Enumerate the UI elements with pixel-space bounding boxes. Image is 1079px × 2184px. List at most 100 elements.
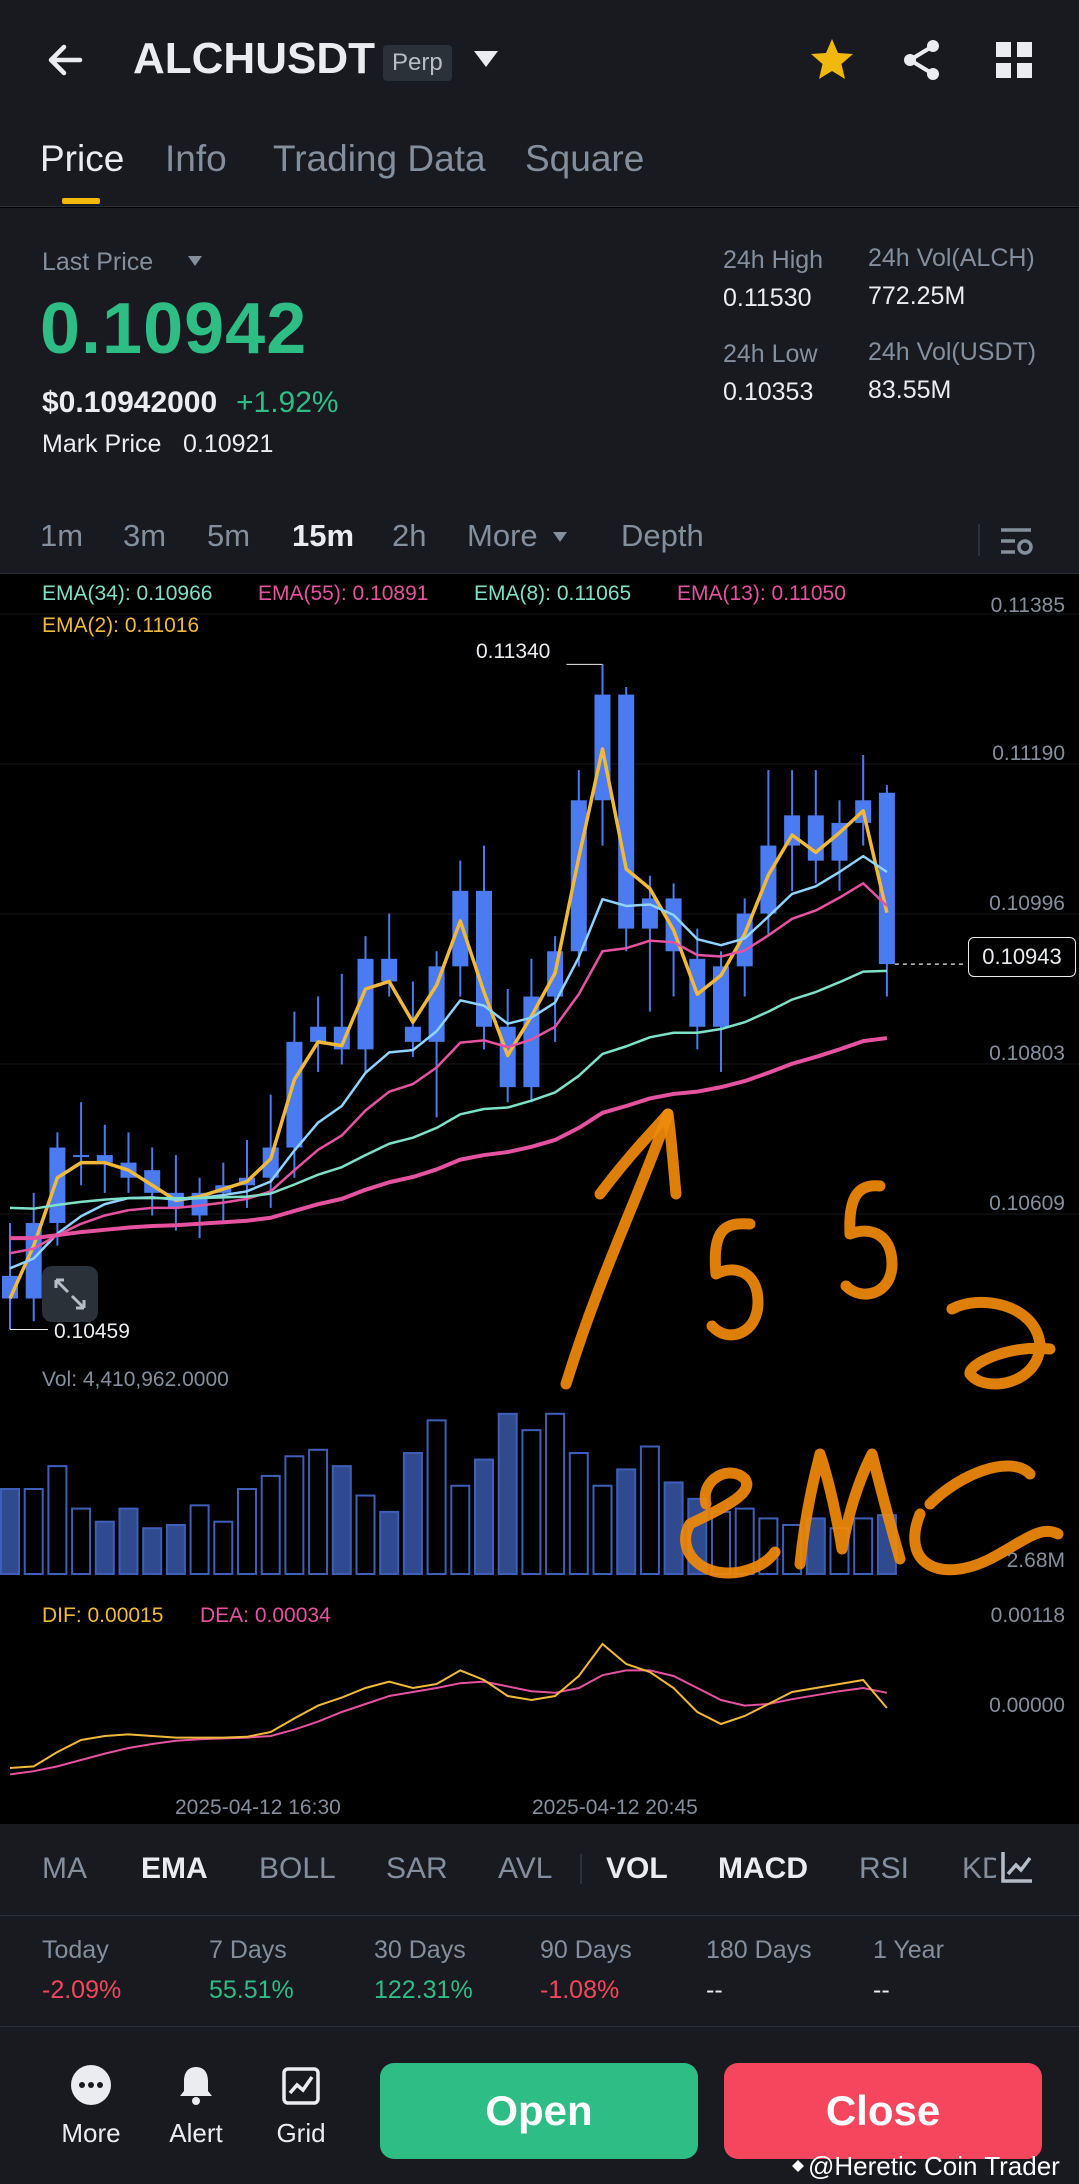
vol-base-value: 772.25M [868,282,966,310]
volume-bar [853,1517,874,1576]
volume-bar [308,1448,329,1575]
grid-button[interactable]: Grid [256,2063,346,2149]
annotation-stroke [560,1108,674,1390]
volume-bar [545,1412,566,1575]
volume-bar [165,1523,186,1576]
chart-settings-icon[interactable] [997,522,1035,560]
indicator-bar: MA EMA BOLL SAR AVL VOL MACD RSI KDJ [0,1824,1079,1916]
last-price: 0.10942 [40,289,308,369]
close-button[interactable]: Close [724,2063,1042,2159]
candle [381,958,398,982]
macd-axis-label: 0.00118 [990,1604,1065,1627]
indicator-rsi[interactable]: RSI [859,1852,909,1886]
time-axis-label: 2025-04-12 20:45 [532,1796,698,1819]
main-tabs: Price Info Trading Data Square [0,130,1079,207]
indicator-sar[interactable]: SAR [386,1852,448,1886]
interval-1m[interactable]: 1m [40,518,83,554]
volume-bar [450,1484,471,1576]
candle [404,1026,421,1042]
interval-5m[interactable]: 5m [207,518,250,554]
interval-2h[interactable]: 2h [392,518,426,554]
candle [618,694,635,929]
tab-price[interactable]: Price [40,138,124,180]
tab-info[interactable]: Info [165,138,227,180]
macd-axis-label: 0.00000 [989,1694,1065,1717]
symbol-title[interactable]: ALCHUSDT [133,34,375,84]
indicator-boll[interactable]: BOLL [259,1852,336,1886]
volume-bar [47,1465,68,1575]
volume-bar [189,1504,210,1575]
divider [978,524,980,556]
grid-label: Grid [276,2118,326,2148]
ema2-label: EMA(2): 0.11016 [42,614,200,637]
bottom-action-bar: More Alert Grid Open Close @Heretic Coin… [0,2026,1079,2184]
min-price-label: 0.10459 [54,1320,130,1343]
interval-more[interactable]: More [467,518,538,554]
annotation-stroke [840,1180,898,1300]
alert-button[interactable]: Alert [151,2063,241,2149]
volume-bar [0,1488,20,1575]
interval-3m[interactable]: 3m [123,518,166,554]
star-icon[interactable] [806,34,858,86]
ticker-panel: Last Price 0.10942 $0.10942000 +1.92% Ma… [0,208,1079,508]
chevron-down-icon[interactable] [551,530,569,544]
price-change: +1.92% [236,386,339,419]
perf-label: Today [42,1936,109,1964]
perp-badge: Perp [383,45,452,81]
indicator-kdj[interactable]: KDJ [962,1852,996,1886]
candle [878,792,895,965]
volume-bar [71,1507,92,1575]
volume-bar [616,1468,637,1576]
low-value: 0.10353 [723,378,814,406]
volume-bar [568,1452,589,1575]
chevron-down-icon[interactable] [186,254,204,268]
app-header: ALCHUSDT Perp Price Info Trading Data Sq… [0,0,1079,207]
price-chart[interactable]: EMA(34): 0.10966 EMA(55): 0.10891 EMA(8)… [0,574,1079,1824]
perf-value: -2.09% [42,1976,122,2004]
last-price-label: Last Price [42,248,154,276]
indicator-vol[interactable]: VOL [606,1852,668,1886]
tab-trading-data[interactable]: Trading Data [273,138,486,180]
indicator-ma[interactable]: MA [42,1852,87,1886]
indicator-settings-icon[interactable] [998,1848,1036,1886]
high-label: 24h High [723,246,824,274]
interval-15m[interactable]: 15m [292,518,354,554]
mark-price: 0.10921 [183,430,274,458]
back-arrow-icon[interactable] [40,34,92,86]
candle [570,800,587,952]
annotation-stroke [946,1297,1056,1390]
more-button[interactable]: More [46,2063,136,2149]
volume-bar [142,1527,163,1576]
vol-base-label: 24h Vol(ALCH) [868,244,1035,272]
ema-line [8,747,889,1300]
dea-line [9,1669,888,1776]
dif-label: DIF: 0.00015 [42,1604,164,1627]
share-icon[interactable] [896,34,948,86]
volume-axis-label: 2.68M [1006,1549,1065,1572]
depth-tab[interactable]: Depth [621,518,704,554]
active-tab-indicator [62,198,100,204]
top-bar: ALCHUSDT Perp [0,0,1079,120]
usd-price: $0.10942000 [42,386,218,419]
watermark: @Heretic Coin Trader [808,2151,1060,2181]
volume-bar [592,1484,613,1576]
indicator-ema[interactable]: EMA [141,1852,208,1886]
chevron-down-icon[interactable] [471,48,501,70]
indicator-avl[interactable]: AVL [498,1852,552,1886]
ema8-label: EMA(8): 0.11065 [474,582,632,605]
ema13-label: EMA(13): 0.11050 [677,582,846,605]
volume-bar [521,1429,542,1576]
annotation-stroke [706,1218,764,1341]
open-button[interactable]: Open [380,2063,698,2159]
volume-bar [402,1452,423,1575]
grid-icon[interactable] [988,34,1040,86]
max-price-label: 0.11340 [476,640,551,663]
expand-icon[interactable] [42,1266,98,1322]
indicator-macd[interactable]: MACD [718,1852,808,1886]
candle [49,1147,66,1224]
candlestick-chart[interactable] [0,574,1079,1824]
tab-square[interactable]: Square [525,138,644,180]
ema55-label: EMA(55): 0.10891 [258,582,429,605]
ema-line [9,969,887,1210]
volume-bar [213,1520,234,1576]
